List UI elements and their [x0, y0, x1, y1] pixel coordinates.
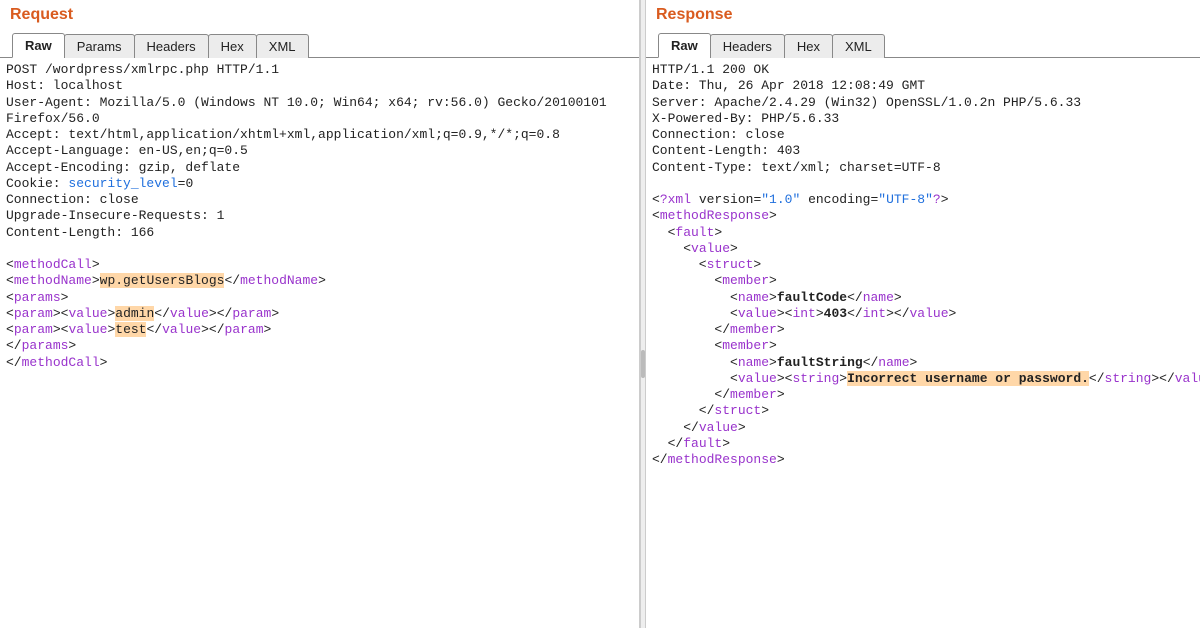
resp-line: Server: Apache/2.4.29 (Win32) OpenSSL/1.… — [652, 95, 1081, 110]
resp-xml-line: <value><string>Incorrect username or pas… — [652, 371, 1200, 386]
resp-line: Connection: close — [652, 127, 785, 142]
response-title: Response — [646, 0, 1200, 32]
req-body-line: </params> — [6, 338, 76, 353]
resp-xml-line: </fault> — [652, 436, 730, 451]
resp-line: Date: Thu, 26 Apr 2018 12:08:49 GMT — [652, 78, 925, 93]
resp-xml-line: <member> — [652, 273, 777, 288]
req-line: Firefox/56.0 — [6, 111, 100, 126]
resp-xml-line: </methodResponse> — [652, 452, 785, 467]
resp-xml-line: <value><int>403</int></value> — [652, 306, 956, 321]
tab-xml[interactable]: XML — [832, 34, 885, 58]
resp-line: Content-Length: 403 — [652, 143, 800, 158]
tab-headers[interactable]: Headers — [710, 34, 785, 58]
req-line: Accept: text/html,application/xhtml+xml,… — [6, 127, 560, 142]
fault-code-value: 403 — [824, 306, 847, 321]
fault-string-value: Incorrect username or password. — [847, 371, 1089, 386]
request-tabbar: Raw Params Headers Hex XML — [0, 32, 639, 58]
tab-hex[interactable]: Hex — [208, 34, 257, 58]
tab-params[interactable]: Params — [64, 34, 135, 58]
fault-code-label: faultCode — [777, 290, 847, 305]
req-body-line: <param><value>admin</value></param> — [6, 306, 279, 321]
param-value: admin — [115, 306, 154, 321]
response-content[interactable]: HTTP/1.1 200 OK Date: Thu, 26 Apr 2018 1… — [646, 58, 1200, 616]
request-content[interactable]: POST /wordpress/xmlrpc.php HTTP/1.1 Host… — [0, 58, 639, 616]
req-line: Upgrade-Insecure-Requests: 1 — [6, 208, 224, 223]
request-title: Request — [0, 0, 639, 32]
resp-xml-line: <value> — [652, 241, 738, 256]
resp-xml-line: <?xml version="1.0" encoding="UTF-8"?> — [652, 192, 949, 207]
resp-line: X-Powered-By: PHP/5.6.33 — [652, 111, 839, 126]
req-line: Accept-Encoding: gzip, deflate — [6, 160, 240, 175]
fault-string-label: faultString — [777, 355, 863, 370]
req-line: Content-Length: 166 — [6, 225, 154, 240]
resp-xml-line: <methodResponse> — [652, 208, 777, 223]
method-name-value: wp.getUsersBlogs — [100, 273, 225, 288]
req-body-line: <param><value>test</value></param> — [6, 322, 271, 337]
req-line: Accept-Language: en-US,en;q=0.5 — [6, 143, 248, 158]
req-line: POST /wordpress/xmlrpc.php HTTP/1.1 — [6, 62, 279, 77]
cookie-key: security_level — [68, 176, 177, 191]
response-pane: Response Raw Headers Hex XML HTTP/1.1 20… — [646, 0, 1200, 628]
resp-xml-line: </member> — [652, 387, 785, 402]
resp-xml-line: </member> — [652, 322, 785, 337]
req-line: User-Agent: Mozilla/5.0 (Windows NT 10.0… — [6, 95, 607, 110]
tab-xml[interactable]: XML — [256, 34, 309, 58]
req-body-line: <methodName>wp.getUsersBlogs</methodName… — [6, 273, 326, 288]
resp-line: Content-Type: text/xml; charset=UTF-8 — [652, 160, 941, 175]
resp-xml-line: </value> — [652, 420, 746, 435]
tab-hex[interactable]: Hex — [784, 34, 833, 58]
resp-line: HTTP/1.1 200 OK — [652, 62, 769, 77]
req-line: Cookie: security_level=0 — [6, 176, 193, 191]
request-pane: Request Raw Params Headers Hex XML POST … — [0, 0, 640, 628]
resp-xml-line: <struct> — [652, 257, 761, 272]
req-body-line: <params> — [6, 290, 68, 305]
req-body-line: <methodCall> — [6, 257, 100, 272]
req-line: Connection: close — [6, 192, 139, 207]
resp-xml-line: </struct> — [652, 403, 769, 418]
resp-xml-line: <name>faultString</name> — [652, 355, 917, 370]
tab-raw[interactable]: Raw — [658, 33, 711, 58]
resp-xml-line: <member> — [652, 338, 777, 353]
req-line: Host: localhost — [6, 78, 123, 93]
resp-xml-line: <fault> — [652, 225, 722, 240]
tab-headers[interactable]: Headers — [134, 34, 209, 58]
param-value: test — [115, 322, 146, 337]
resp-xml-line: <name>faultCode</name> — [652, 290, 902, 305]
req-body-line: </methodCall> — [6, 355, 107, 370]
tab-raw[interactable]: Raw — [12, 33, 65, 58]
response-tabbar: Raw Headers Hex XML — [646, 32, 1200, 58]
